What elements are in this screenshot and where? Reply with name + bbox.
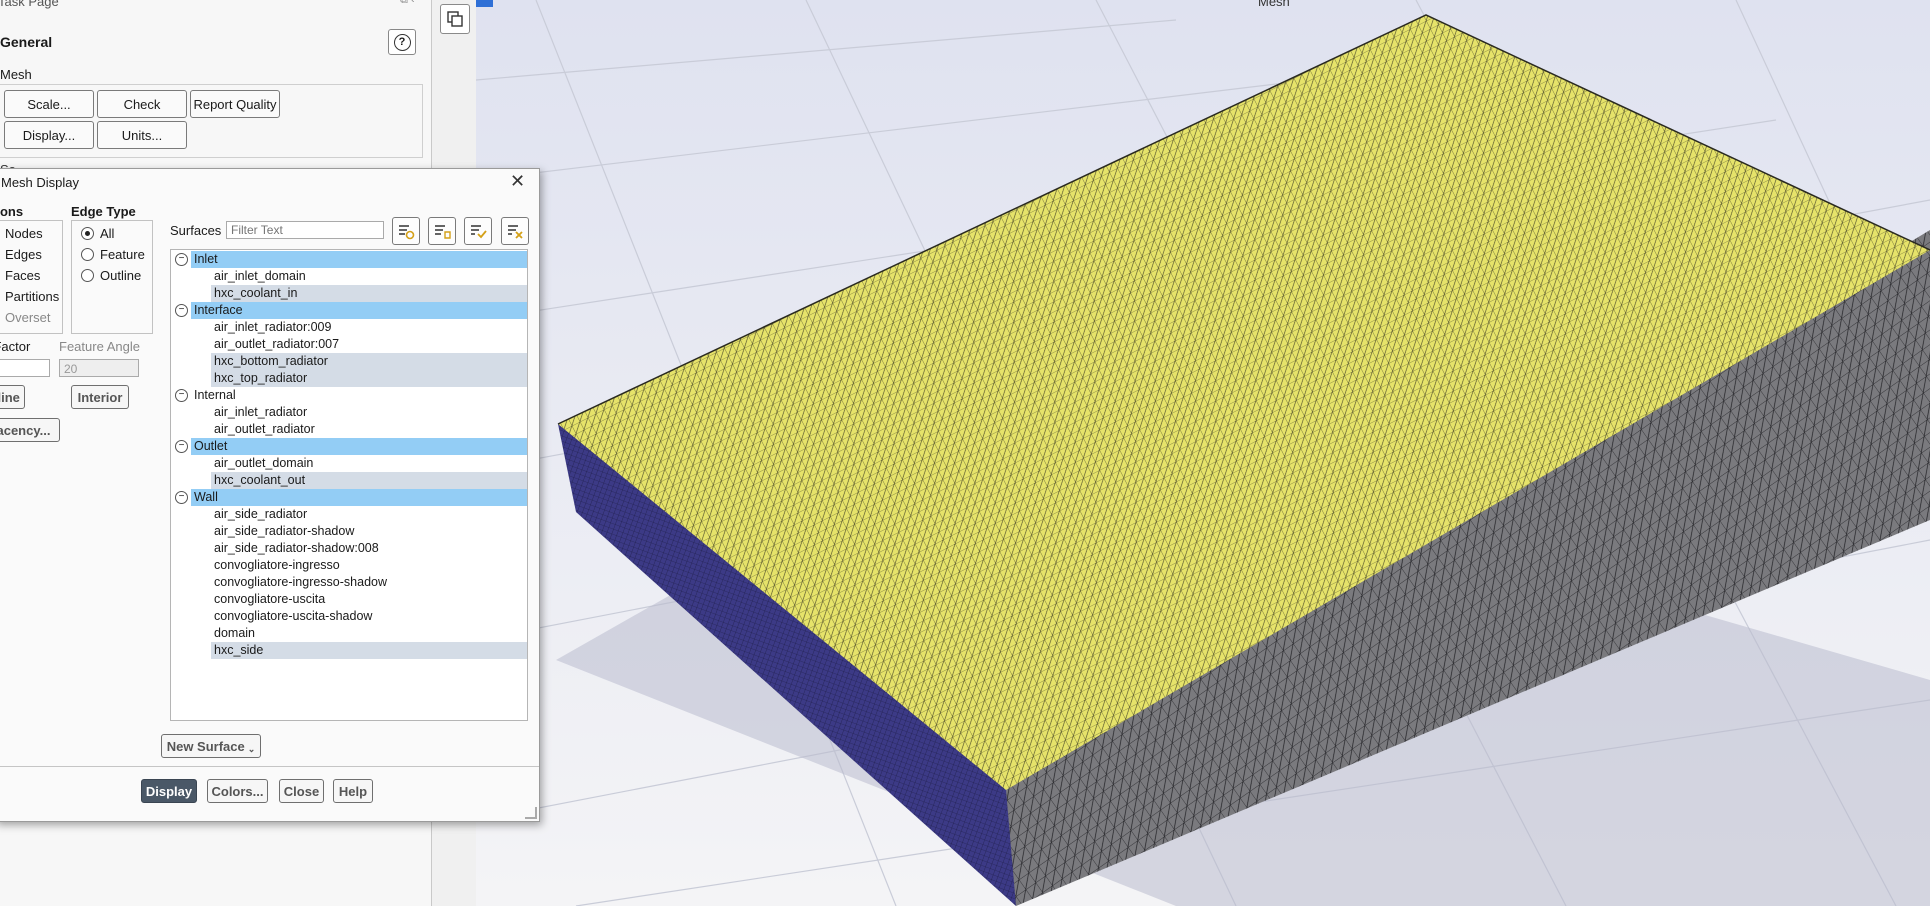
adjacency-button[interactable]: Adjacency...	[0, 418, 60, 442]
option-faces[interactable]: Faces	[5, 268, 40, 283]
select-by-name-button[interactable]	[428, 217, 456, 245]
edge-type-outline-label: Outline	[100, 268, 142, 283]
tree-item[interactable]: convogliatore-ingresso	[211, 557, 527, 574]
tree-item[interactable]: convogliatore-uscita	[211, 591, 527, 608]
tree-item[interactable]: hxc_coolant_out	[211, 472, 527, 489]
tree-group[interactable]: Outlet	[191, 438, 527, 455]
list-check-icon	[471, 225, 487, 239]
mesh-display-dialog: Mesh Display ✕ Options Nodes Edges Faces…	[0, 168, 540, 822]
surfaces-filter-input[interactable]	[226, 221, 384, 239]
select-by-type-button[interactable]	[392, 217, 420, 245]
close-button[interactable]: Close	[279, 779, 324, 803]
collapse-icon[interactable]: −	[175, 389, 188, 402]
tree-item[interactable]: convogliatore-uscita-shadow	[211, 608, 527, 625]
edge-type-feature-label: Feature	[100, 247, 145, 262]
task-page-title: Task Page	[0, 0, 59, 9]
new-surface-button[interactable]: New Surface ⌄	[161, 734, 261, 758]
edge-type-feature-radio[interactable]	[81, 248, 94, 261]
help-button[interactable]: ?	[388, 29, 416, 55]
scale-button[interactable]: Scale...	[4, 90, 94, 118]
interior-button[interactable]: Interior	[71, 385, 129, 409]
new-surface-label: New Surface	[166, 738, 245, 754]
edge-type-outline-radio[interactable]	[81, 269, 94, 282]
feature-angle-input: 20	[59, 359, 139, 377]
tree-item[interactable]: air_inlet_radiator:009	[211, 319, 527, 336]
edge-type-label: Edge Type	[71, 204, 136, 219]
check-button[interactable]: Check	[97, 90, 187, 118]
option-nodes[interactable]: Nodes	[5, 226, 43, 241]
tree-group[interactable]: Interface	[191, 302, 527, 319]
tree-group[interactable]: Inlet	[191, 251, 527, 268]
units-button[interactable]: Units...	[97, 121, 187, 149]
option-overset: Overset	[5, 310, 51, 325]
tree-item[interactable]: air_inlet_radiator	[211, 404, 527, 421]
tree-group[interactable]: Internal	[191, 387, 527, 404]
collapse-icon[interactable]: −	[175, 304, 188, 317]
edge-type-all-label: All	[100, 226, 115, 241]
tree-group[interactable]: Wall	[191, 489, 527, 506]
options-label: Options	[0, 204, 24, 219]
report-quality-button[interactable]: Report Quality	[190, 90, 280, 118]
help-icon: ?	[393, 33, 411, 51]
help-button[interactable]: Help	[333, 779, 373, 803]
edge-type-all-radio[interactable]	[81, 227, 94, 240]
mesh-group-label: Mesh	[0, 67, 32, 82]
viewport-title: Mesh	[1258, 0, 1290, 9]
tree-item[interactable]: hxc_bottom_radiator	[211, 353, 527, 370]
select-all-button[interactable]	[464, 217, 492, 245]
option-partitions[interactable]: Partitions	[5, 289, 59, 304]
list-filter-icon	[399, 225, 415, 240]
tree-item[interactable]: air_inlet_domain	[211, 268, 527, 285]
surfaces-label: Surfaces	[170, 223, 222, 238]
close-icon[interactable]: ✕	[510, 171, 525, 192]
tree-item[interactable]: hxc_side	[211, 642, 527, 659]
panel-controls-icon[interactable]: ⧉ ‹	[400, 0, 415, 7]
tree-item[interactable]: air_side_radiator-shadow:008	[211, 540, 527, 557]
shrink-factor-input[interactable]: 0	[0, 359, 50, 377]
section-title: General	[0, 34, 53, 50]
tree-item[interactable]: air_outlet_radiator	[211, 421, 527, 438]
copy-view-button[interactable]	[440, 4, 470, 34]
deselect-all-button[interactable]	[501, 217, 529, 245]
shrink-factor-label: Shrink Factor	[0, 339, 31, 354]
dropdown-icon: ⌄	[247, 743, 256, 754]
outline-button[interactable]: Outline	[0, 385, 25, 409]
list-clear-icon	[508, 225, 523, 239]
dialog-title: Mesh Display	[1, 175, 80, 190]
list-pattern-icon	[435, 225, 451, 239]
tree-item[interactable]: air_outlet_radiator:007	[211, 336, 527, 353]
collapse-icon[interactable]: −	[175, 491, 188, 504]
display-button[interactable]: Display...	[4, 121, 94, 149]
mesh-render[interactable]	[476, 0, 1930, 906]
surfaces-tree[interactable]: − Inlet air_inlet_domain hxc_coolant_in …	[170, 249, 528, 721]
tree-item[interactable]: convogliatore-ingresso-shadow	[211, 574, 527, 591]
tree-item[interactable]: air_side_radiator-shadow	[211, 523, 527, 540]
tree-item[interactable]: domain	[211, 625, 527, 642]
resize-grip-icon[interactable]	[525, 807, 537, 819]
viewport-indicator	[476, 0, 493, 7]
tree-item[interactable]: air_side_radiator	[211, 506, 527, 523]
collapse-icon[interactable]: −	[175, 440, 188, 453]
tree-item[interactable]: hxc_coolant_in	[211, 285, 527, 302]
footer-divider	[0, 766, 539, 767]
display-submit-button[interactable]: Display	[141, 779, 197, 803]
colors-button[interactable]: Colors...	[207, 779, 268, 803]
copy-icon	[447, 11, 463, 27]
tree-item[interactable]: hxc_top_radiator	[211, 370, 527, 387]
option-edges[interactable]: Edges	[5, 247, 42, 262]
tree-item[interactable]: air_outlet_domain	[211, 455, 527, 472]
collapse-icon[interactable]: −	[175, 253, 188, 266]
feature-angle-label: Feature Angle	[59, 339, 140, 354]
graphics-viewport[interactable]: Mesh	[476, 0, 1930, 906]
